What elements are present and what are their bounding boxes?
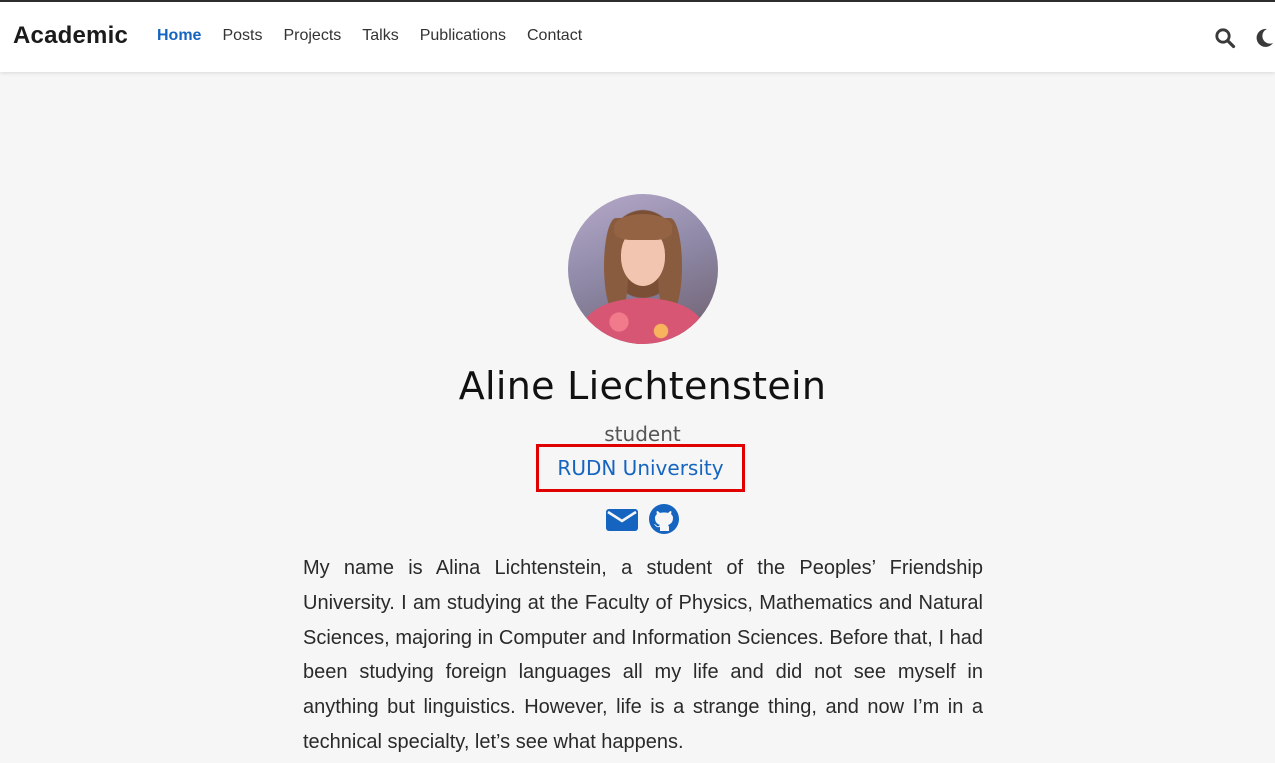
nav-link-talks[interactable]: Talks: [362, 27, 398, 45]
envelope-icon[interactable]: [605, 505, 639, 538]
site-brand[interactable]: Academic: [13, 22, 128, 50]
nav-link-home[interactable]: Home: [157, 27, 201, 45]
nav-link-contact[interactable]: Contact: [527, 27, 582, 45]
top-navbar: Academic Home Posts Projects Talks Publi…: [0, 0, 1275, 72]
profile-avatar: [568, 194, 718, 344]
nav-link-publications[interactable]: Publications: [420, 27, 506, 45]
profile-role: student: [604, 422, 681, 446]
nav-link-projects[interactable]: Projects: [283, 27, 341, 45]
github-icon[interactable]: [648, 503, 680, 540]
nav-links: Home Posts Projects Talks Publications C…: [157, 27, 603, 45]
moon-icon[interactable]: [1253, 27, 1275, 49]
organization-link[interactable]: RUDN University: [557, 456, 723, 480]
organization-highlight: RUDN University: [536, 444, 745, 492]
profile-bio: My name is Alina Lichtenstein, a student…: [303, 557, 983, 753]
social-links: [605, 503, 680, 540]
nav-link-posts[interactable]: Posts: [222, 27, 262, 45]
search-icon[interactable]: [1214, 27, 1236, 49]
profile-name: Aline Liechtenstein: [458, 364, 827, 408]
